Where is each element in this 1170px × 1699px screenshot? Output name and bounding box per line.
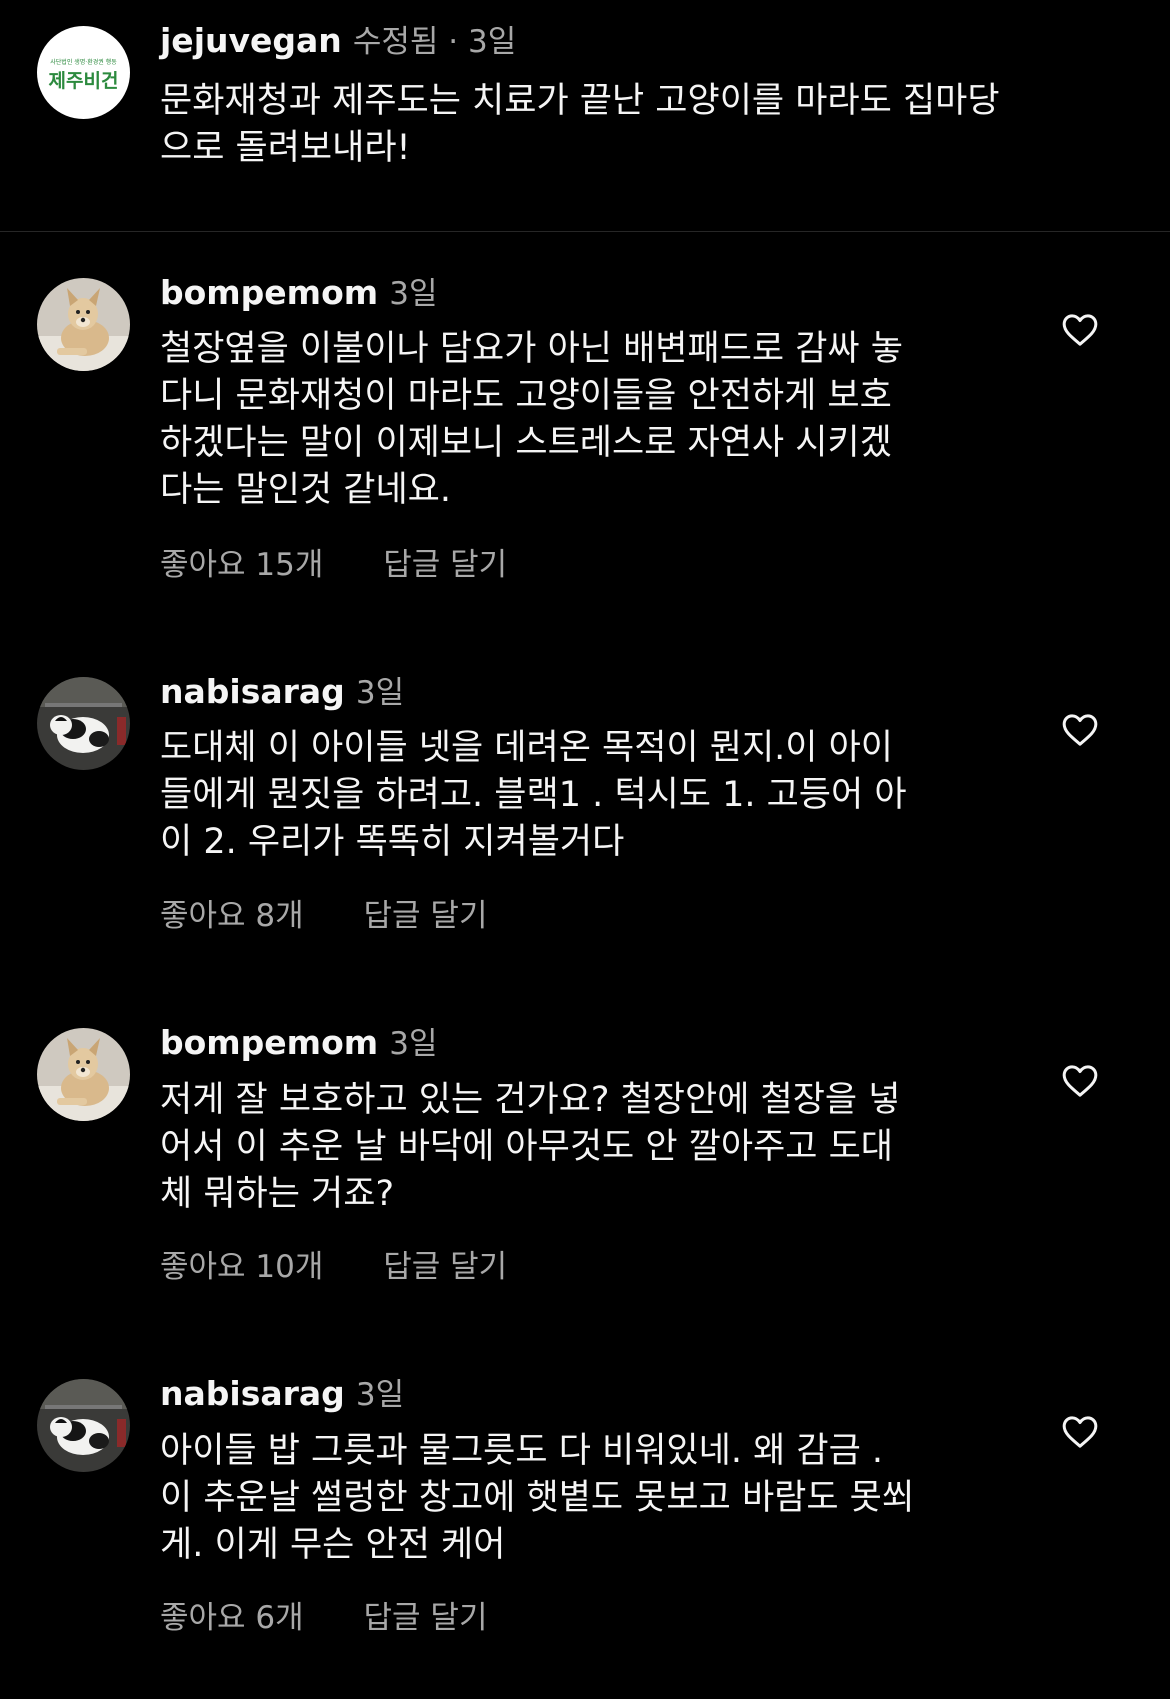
like-count[interactable]: 좋아요 10개 [160,1247,323,1287]
bompemom-avatar[interactable] [37,278,130,371]
comment-time: 3일 [389,276,438,312]
nabisarag-avatar[interactable] [37,677,130,770]
post-meta: 수정됨 · 3일 [352,24,517,60]
heart-icon[interactable] [1060,310,1100,350]
comment-username[interactable]: nabisarag [160,672,345,711]
cat-photo-icon [37,677,130,770]
reply-button[interactable]: 답글 달기 [383,1247,507,1287]
like-count[interactable]: 좋아요 6개 [160,1598,304,1638]
post-text: 문화재청과 제주도는 치료가 끝난 고양이를 마라도 집마당 으로 돌려보내라! [160,81,1000,168]
comment-actions: 좋아요 15개 답글 달기 [160,545,507,585]
reply-button[interactable]: 답글 달기 [383,545,507,585]
comment-header: nabisarag 3일 [160,1374,404,1420]
heart-icon[interactable] [1060,710,1100,750]
reply-button[interactable]: 답글 달기 [364,896,488,936]
comment-actions: 좋아요 8개 답글 달기 [160,896,487,936]
heart-icon[interactable] [1060,1061,1100,1101]
comment-time: 3일 [355,675,405,711]
comment-username[interactable]: nabisarag [160,1374,345,1413]
comment-time: 3일 [389,1026,438,1062]
original-post: 사단법인 생명‧환경권 행동 제주비건 jejuvegan 수정됨 · 3일 문… [0,0,1170,232]
like-count[interactable]: 좋아요 15개 [160,545,323,585]
heart-icon[interactable] [1060,1412,1100,1452]
nabisarag-avatar[interactable] [37,1379,130,1472]
comment-text: 철장옆을 이불이나 담요가 아닌 배변패드로 감싸 놓 다니 문화재청이 마라도… [160,329,903,510]
comment-username[interactable]: bompemom [160,1023,378,1062]
comment-text: 아이들 밥 그릇과 물그릇도 다 비워있네. 왜 감금 . 이 추운날 썰렁한 … [160,1431,915,1565]
jejuvegan-avatar[interactable]: 사단법인 생명‧환경권 행동 제주비건 [37,26,130,119]
bompemom-avatar[interactable] [37,1028,130,1121]
comment-header: bompemom 3일 [160,273,437,319]
reply-button[interactable]: 답글 달기 [364,1598,488,1638]
dog-photo-icon [37,278,130,371]
comment-time: 3일 [355,1377,405,1413]
comment-username[interactable]: bompemom [160,273,378,312]
avatar-logo-title: 제주비건 [48,70,119,92]
post-username[interactable]: jejuvegan [160,21,342,60]
comment-text: 도대체 이 아이들 넷을 데려온 목적이 뭔지.이 아이 들에게 뭔짓을 하려고… [160,728,907,862]
comment-header: bompemom 3일 [160,1023,437,1069]
comment-actions: 좋아요 6개 답글 달기 [160,1598,487,1638]
avatar-logo-subtitle: 사단법인 생명‧환경권 행동 [50,59,117,66]
dog-photo-icon [37,1028,130,1121]
comment-text: 저게 잘 보호하고 있는 건가요? 철장안에 철장을 넣 어서 이 추운 날 바… [160,1080,901,1214]
comment-header: nabisarag 3일 [160,672,404,718]
like-count[interactable]: 좋아요 8개 [160,896,304,936]
cat-photo-icon [37,1379,130,1472]
comment-actions: 좋아요 10개 답글 달기 [160,1247,507,1287]
post-header: jejuvegan 수정됨 · 3일 [160,21,516,67]
